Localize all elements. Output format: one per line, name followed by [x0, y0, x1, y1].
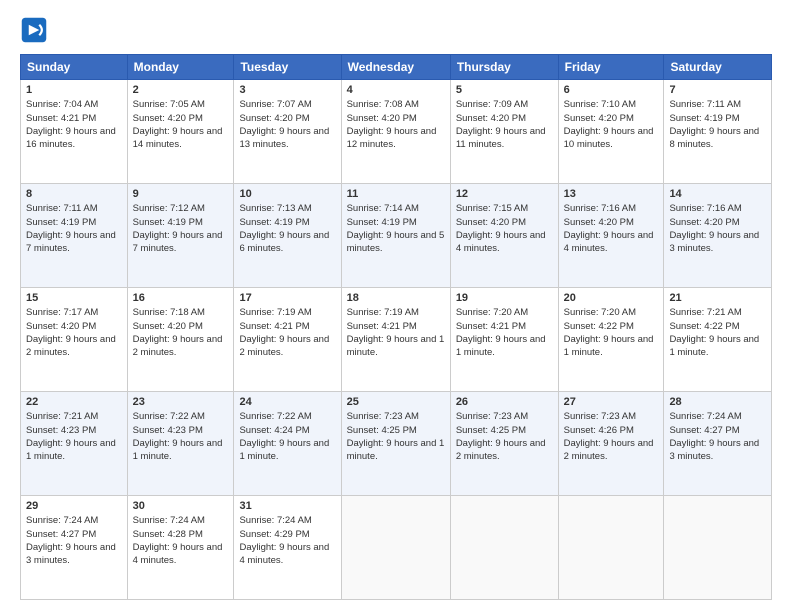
col-header-friday: Friday	[558, 55, 664, 80]
day-number: 9	[133, 187, 229, 202]
col-header-tuesday: Tuesday	[234, 55, 341, 80]
day-number: 7	[669, 83, 766, 98]
calendar-cell: 26Sunrise: 7:23 AMSunset: 4:25 PMDayligh…	[450, 392, 558, 496]
col-header-thursday: Thursday	[450, 55, 558, 80]
calendar-cell: 16Sunrise: 7:18 AMSunset: 4:20 PMDayligh…	[127, 288, 234, 392]
day-number: 1	[26, 83, 122, 98]
calendar-cell: 17Sunrise: 7:19 AMSunset: 4:21 PMDayligh…	[234, 288, 341, 392]
calendar-cell: 11Sunrise: 7:14 AMSunset: 4:19 PMDayligh…	[341, 184, 450, 288]
day-number: 31	[239, 499, 335, 514]
calendar-header-row: SundayMondayTuesdayWednesdayThursdayFrid…	[21, 55, 772, 80]
calendar-week-1: 1Sunrise: 7:04 AMSunset: 4:21 PMDaylight…	[21, 80, 772, 184]
calendar-cell: 12Sunrise: 7:15 AMSunset: 4:20 PMDayligh…	[450, 184, 558, 288]
calendar-cell: 22Sunrise: 7:21 AMSunset: 4:23 PMDayligh…	[21, 392, 128, 496]
logo-icon	[20, 16, 48, 44]
calendar-cell: 14Sunrise: 7:16 AMSunset: 4:20 PMDayligh…	[664, 184, 772, 288]
page: SundayMondayTuesdayWednesdayThursdayFrid…	[0, 0, 792, 612]
day-number: 18	[347, 291, 445, 306]
day-number: 29	[26, 499, 122, 514]
calendar-cell: 25Sunrise: 7:23 AMSunset: 4:25 PMDayligh…	[341, 392, 450, 496]
calendar-cell	[341, 496, 450, 600]
calendar-week-5: 29Sunrise: 7:24 AMSunset: 4:27 PMDayligh…	[21, 496, 772, 600]
calendar-cell: 19Sunrise: 7:20 AMSunset: 4:21 PMDayligh…	[450, 288, 558, 392]
day-number: 8	[26, 187, 122, 202]
day-number: 4	[347, 83, 445, 98]
calendar-cell	[450, 496, 558, 600]
calendar-cell: 28Sunrise: 7:24 AMSunset: 4:27 PMDayligh…	[664, 392, 772, 496]
calendar-cell: 4Sunrise: 7:08 AMSunset: 4:20 PMDaylight…	[341, 80, 450, 184]
day-number: 13	[564, 187, 659, 202]
col-header-wednesday: Wednesday	[341, 55, 450, 80]
day-number: 12	[456, 187, 553, 202]
day-number: 14	[669, 187, 766, 202]
day-number: 5	[456, 83, 553, 98]
day-number: 19	[456, 291, 553, 306]
col-header-saturday: Saturday	[664, 55, 772, 80]
calendar-cell: 24Sunrise: 7:22 AMSunset: 4:24 PMDayligh…	[234, 392, 341, 496]
day-number: 30	[133, 499, 229, 514]
day-number: 25	[347, 395, 445, 410]
day-number: 21	[669, 291, 766, 306]
day-number: 24	[239, 395, 335, 410]
calendar-cell: 8Sunrise: 7:11 AMSunset: 4:19 PMDaylight…	[21, 184, 128, 288]
calendar-table: SundayMondayTuesdayWednesdayThursdayFrid…	[20, 54, 772, 600]
calendar-cell: 6Sunrise: 7:10 AMSunset: 4:20 PMDaylight…	[558, 80, 664, 184]
calendar-cell: 18Sunrise: 7:19 AMSunset: 4:21 PMDayligh…	[341, 288, 450, 392]
day-number: 2	[133, 83, 229, 98]
calendar-cell	[558, 496, 664, 600]
calendar-cell: 3Sunrise: 7:07 AMSunset: 4:20 PMDaylight…	[234, 80, 341, 184]
calendar-cell: 27Sunrise: 7:23 AMSunset: 4:26 PMDayligh…	[558, 392, 664, 496]
calendar-week-4: 22Sunrise: 7:21 AMSunset: 4:23 PMDayligh…	[21, 392, 772, 496]
calendar-cell: 1Sunrise: 7:04 AMSunset: 4:21 PMDaylight…	[21, 80, 128, 184]
col-header-monday: Monday	[127, 55, 234, 80]
day-number: 28	[669, 395, 766, 410]
calendar-cell: 29Sunrise: 7:24 AMSunset: 4:27 PMDayligh…	[21, 496, 128, 600]
day-number: 23	[133, 395, 229, 410]
day-number: 17	[239, 291, 335, 306]
day-number: 22	[26, 395, 122, 410]
calendar-cell: 23Sunrise: 7:22 AMSunset: 4:23 PMDayligh…	[127, 392, 234, 496]
calendar-cell: 30Sunrise: 7:24 AMSunset: 4:28 PMDayligh…	[127, 496, 234, 600]
calendar-cell: 20Sunrise: 7:20 AMSunset: 4:22 PMDayligh…	[558, 288, 664, 392]
col-header-sunday: Sunday	[21, 55, 128, 80]
calendar-cell	[664, 496, 772, 600]
day-number: 3	[239, 83, 335, 98]
calendar-cell: 15Sunrise: 7:17 AMSunset: 4:20 PMDayligh…	[21, 288, 128, 392]
calendar-cell: 13Sunrise: 7:16 AMSunset: 4:20 PMDayligh…	[558, 184, 664, 288]
calendar-cell: 7Sunrise: 7:11 AMSunset: 4:19 PMDaylight…	[664, 80, 772, 184]
day-number: 20	[564, 291, 659, 306]
day-number: 15	[26, 291, 122, 306]
calendar-cell: 31Sunrise: 7:24 AMSunset: 4:29 PMDayligh…	[234, 496, 341, 600]
calendar-cell: 9Sunrise: 7:12 AMSunset: 4:19 PMDaylight…	[127, 184, 234, 288]
calendar-cell: 5Sunrise: 7:09 AMSunset: 4:20 PMDaylight…	[450, 80, 558, 184]
day-number: 11	[347, 187, 445, 202]
day-number: 10	[239, 187, 335, 202]
calendar-week-2: 8Sunrise: 7:11 AMSunset: 4:19 PMDaylight…	[21, 184, 772, 288]
calendar-week-3: 15Sunrise: 7:17 AMSunset: 4:20 PMDayligh…	[21, 288, 772, 392]
day-number: 16	[133, 291, 229, 306]
calendar-cell: 21Sunrise: 7:21 AMSunset: 4:22 PMDayligh…	[664, 288, 772, 392]
day-number: 26	[456, 395, 553, 410]
day-number: 6	[564, 83, 659, 98]
logo	[20, 16, 52, 44]
day-number: 27	[564, 395, 659, 410]
calendar-cell: 10Sunrise: 7:13 AMSunset: 4:19 PMDayligh…	[234, 184, 341, 288]
header	[20, 16, 772, 44]
calendar-cell: 2Sunrise: 7:05 AMSunset: 4:20 PMDaylight…	[127, 80, 234, 184]
